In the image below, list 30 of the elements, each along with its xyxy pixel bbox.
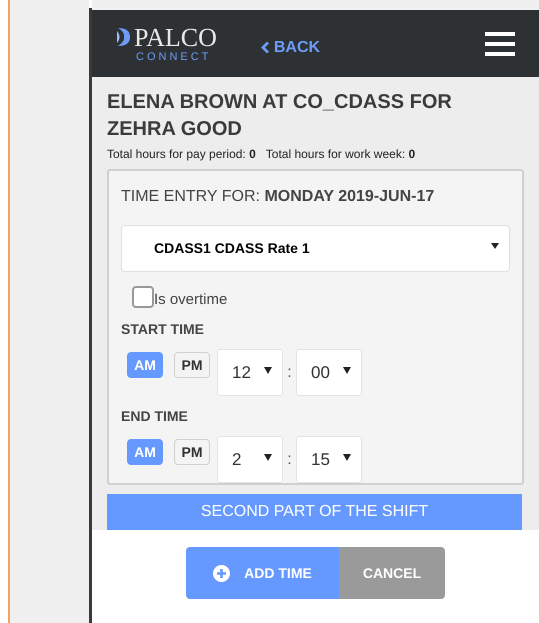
- dropdown-arrow-icon: [264, 367, 272, 374]
- minute-select[interactable]: 15: [296, 436, 362, 483]
- time-label: END TIME: [121, 407, 189, 426]
- hours-total: Total hours for pay period: 0: [107, 146, 256, 163]
- dropdown-arrow-icon: [491, 242, 499, 248]
- hours-total: Total hours for work week: 0: [266, 146, 416, 163]
- minute-select[interactable]: 00: [296, 349, 362, 396]
- period-toggle[interactable]: PM: [174, 352, 210, 378]
- hour-select[interactable]: 2: [217, 436, 283, 483]
- menu-icon[interactable]: [485, 32, 515, 56]
- logo-text: PALCO: [134, 24, 217, 50]
- overtime-checkbox[interactable]: [132, 286, 154, 308]
- time-label: START TIME: [121, 320, 205, 339]
- plus-circle-icon: [213, 564, 230, 582]
- time-separator: :: [286, 362, 293, 382]
- chevron-left-icon: [260, 41, 270, 54]
- rate-select[interactable]: CDASS1 CDASS Rate 1: [121, 225, 510, 272]
- logo-tagline: CONNECT: [136, 50, 212, 62]
- period-toggle[interactable]: PM: [174, 439, 210, 465]
- dropdown-arrow-icon: [343, 454, 351, 461]
- entry-label: TIME ENTRY FOR:: [121, 188, 260, 205]
- hour-select[interactable]: 12: [217, 349, 283, 396]
- time-separator: :: [286, 450, 293, 470]
- dropdown-arrow-icon: [264, 454, 272, 461]
- logo-icon: [116, 26, 132, 46]
- page-title: ELENA BROWN AT CO_CDASS FOR ZEHRA GOOD: [107, 90, 453, 142]
- back-link[interactable]: BACK: [260, 36, 320, 60]
- overtime-label: Is overtime: [154, 291, 228, 308]
- entry-date: MONDAY 2019-JUN-17: [264, 188, 434, 205]
- dropdown-arrow-icon: [343, 367, 351, 374]
